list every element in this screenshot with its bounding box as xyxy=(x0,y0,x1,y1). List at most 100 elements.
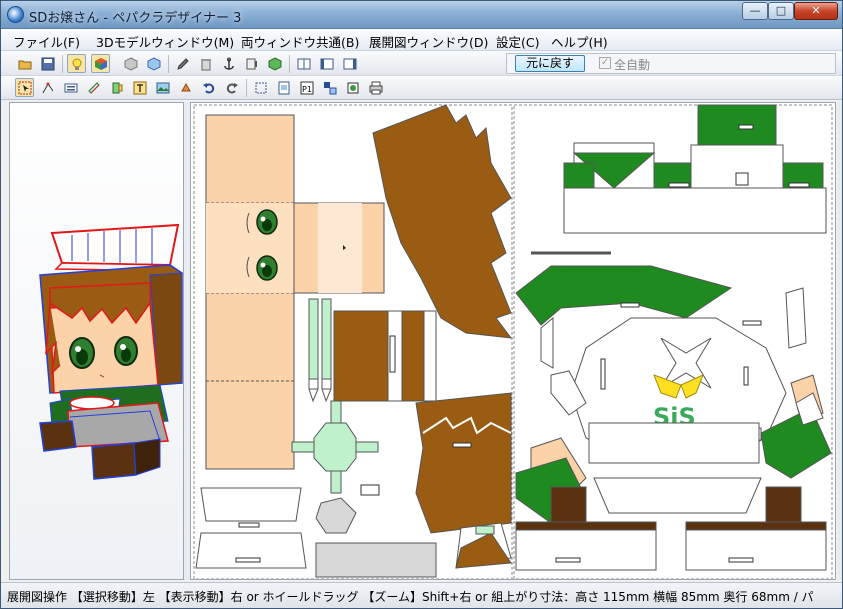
layout-button[interactable] xyxy=(320,78,339,97)
image-button[interactable] xyxy=(153,78,172,97)
folder-open-icon xyxy=(18,60,32,70)
ruler-button[interactable] xyxy=(84,78,103,97)
lightbulb-icon xyxy=(72,58,82,70)
texture-toggle-button[interactable] xyxy=(91,54,110,73)
window-right-icon xyxy=(343,58,357,70)
title-bar[interactable]: SDお嬢さん - ペパクラデザイナー 3 — □ ✕ xyxy=(1,1,842,29)
save-button[interactable] xyxy=(38,54,57,73)
delete-button[interactable] xyxy=(196,54,215,73)
vertical-scrollbar[interactable] xyxy=(837,102,842,580)
open-button[interactable] xyxy=(15,54,34,73)
anchor-button[interactable] xyxy=(219,54,238,73)
page-number-button[interactable]: P1 xyxy=(297,78,316,97)
window-left-icon xyxy=(320,58,334,70)
image-icon xyxy=(156,82,170,94)
development-canvas[interactable]: SiS xyxy=(191,103,836,580)
flap-icon xyxy=(112,82,123,94)
move-node-button[interactable] xyxy=(38,78,57,97)
toolbar-separator xyxy=(289,55,290,73)
pencil-button[interactable] xyxy=(173,54,192,73)
text-button[interactable] xyxy=(130,78,149,97)
development-toolbar: P1 xyxy=(1,76,842,100)
model-cap xyxy=(50,223,181,272)
part-gray[interactable] xyxy=(315,497,437,578)
pencil-icon xyxy=(177,58,189,70)
restore-panel: 元に戻す ✓ 全自動 xyxy=(506,53,836,74)
toolbar-separator xyxy=(62,55,63,73)
green-cube-button[interactable] xyxy=(265,54,284,73)
edge-button[interactable] xyxy=(242,54,261,73)
part-base-left[interactable] xyxy=(195,487,307,569)
undo-button[interactable] xyxy=(199,78,218,97)
menu-help[interactable]: ヘルプ(H) xyxy=(548,32,611,51)
part-face[interactable] xyxy=(205,114,385,470)
menu-bar: ファイル(F) 3Dモデルウィンドウ(M) 両ウィンドウ共通(B) 展開図ウィン… xyxy=(1,29,842,51)
fit-icon xyxy=(255,82,267,94)
gray-cube-button[interactable] xyxy=(121,54,140,73)
part-strips[interactable] xyxy=(308,298,332,403)
export-button[interactable] xyxy=(343,78,362,97)
auto-label: 全自動 xyxy=(614,58,651,72)
window-title: SDお嬢さん - ペパクラデザイナー 3 xyxy=(29,11,242,26)
cube-blue-icon xyxy=(147,57,161,71)
layout-icon xyxy=(324,82,337,95)
3d-model-view[interactable] xyxy=(9,102,184,580)
select-arrow-icon xyxy=(18,81,32,95)
undo-icon xyxy=(203,83,215,94)
blue-cube-button[interactable] xyxy=(144,54,163,73)
left-view-button[interactable] xyxy=(317,54,336,73)
cube-green-icon xyxy=(268,57,282,71)
edge-icon xyxy=(246,58,257,70)
redo-icon xyxy=(226,83,238,94)
part-hat-top[interactable] xyxy=(531,104,827,255)
trash-can-icon xyxy=(201,59,211,71)
part-green-arch[interactable] xyxy=(515,265,762,326)
redo-button[interactable] xyxy=(222,78,241,97)
fit-button[interactable] xyxy=(251,78,270,97)
select-tool-button[interactable] xyxy=(15,78,34,97)
svg-text:P1: P1 xyxy=(302,85,312,94)
status-text: 展開図操作 【選択移動】左 【表示移動】右 or ホイールドラッグ 【ズーム】S… xyxy=(7,590,814,604)
minimize-button[interactable]: — xyxy=(742,2,768,20)
app-icon[interactable] xyxy=(7,6,24,23)
split-view-button[interactable] xyxy=(294,54,313,73)
toolbar-separator xyxy=(168,55,169,73)
menu-both-windows[interactable]: 両ウィンドウ共通(B) xyxy=(238,32,362,51)
undo-restore-button[interactable]: 元に戻す xyxy=(515,55,585,72)
page-button[interactable] xyxy=(274,78,293,97)
window-split-icon xyxy=(297,58,311,70)
model-head xyxy=(39,264,183,394)
anchor-icon xyxy=(224,57,234,70)
3d-model-canvas[interactable] xyxy=(10,103,184,580)
light-toggle-button[interactable] xyxy=(67,54,86,73)
flap-button[interactable] xyxy=(107,78,126,97)
export-icon xyxy=(347,82,359,94)
part-brown-block[interactable] xyxy=(333,310,437,402)
text-icon xyxy=(133,81,147,95)
main-toolbar: 元に戻す ✓ 全自動 xyxy=(1,51,842,76)
color-cube-icon xyxy=(95,58,107,70)
page-number-icon: P1 xyxy=(300,81,314,95)
part-green-shoe[interactable] xyxy=(455,522,512,569)
menu-settings[interactable]: 設定(C) xyxy=(493,32,542,51)
keyboard-button[interactable] xyxy=(61,78,80,97)
menu-3d-window[interactable]: 3Dモデルウィンドウ(M) xyxy=(93,32,237,51)
page-icon xyxy=(278,81,290,95)
maximize-button[interactable]: □ xyxy=(768,2,794,20)
menu-development-window[interactable]: 展開図ウィンドウ(D) xyxy=(366,32,491,51)
part-flower[interactable] xyxy=(291,400,380,496)
print-icon xyxy=(369,81,383,95)
app-window: SDお嬢さん - ペパクラデザイナー 3 — □ ✕ ファイル(F) 3Dモデル… xyxy=(0,0,843,609)
save-icon xyxy=(41,57,55,71)
menu-file[interactable]: ファイル(F) xyxy=(10,32,83,51)
development-view[interactable]: SiS xyxy=(190,102,836,580)
toolbar-separator xyxy=(246,79,247,97)
close-button[interactable]: ✕ xyxy=(794,2,838,20)
right-view-button[interactable] xyxy=(340,54,359,73)
print-button[interactable] xyxy=(366,78,385,97)
cube-gray-icon xyxy=(124,57,138,71)
ruler-icon xyxy=(88,82,100,94)
auto-checkbox[interactable]: ✓ xyxy=(599,57,611,69)
move-node-icon xyxy=(42,82,54,94)
rotate-part-button[interactable] xyxy=(176,78,195,97)
